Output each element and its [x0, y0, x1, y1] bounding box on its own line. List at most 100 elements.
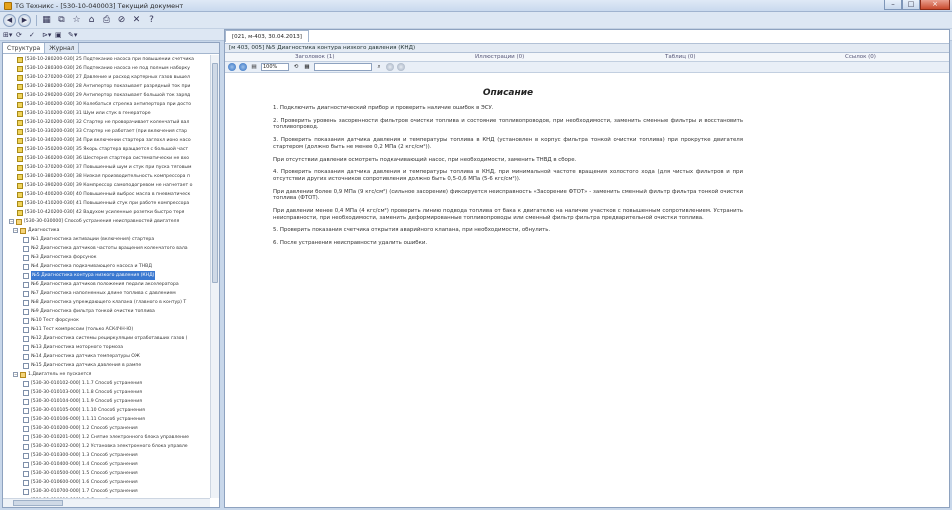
tab-journal[interactable]: Журнал [45, 43, 80, 53]
find-prev-icon[interactable] [386, 63, 394, 71]
edit-icon[interactable]: ✎▾ [68, 30, 78, 40]
stop-icon[interactable]: ⊘ [115, 14, 128, 27]
tree-item[interactable]: №9 Диагностика фильтра тонкой очистки то… [3, 307, 210, 316]
document-icon [23, 362, 29, 369]
home-icon[interactable]: ⌂ [85, 14, 98, 27]
tree-item[interactable]: [530-30-010500-000] 1.5 Способ устранени… [3, 469, 210, 478]
topic-icon [17, 209, 23, 216]
tree-item[interactable]: [530-30-010106-000] 1.1.11 Способ устран… [3, 415, 210, 424]
tree-item[interactable]: [530-10-270200-030] 27 Давление и расход… [3, 73, 210, 82]
tree-item[interactable]: №2 Диагностика датчиков частоты вращения… [3, 244, 210, 253]
tree-item[interactable]: №3 Диагностика форсунок [3, 253, 210, 262]
tools-icon[interactable]: ✕ [130, 14, 143, 27]
tree-item[interactable]: [530-10-410200-030] 41 Повышенный стук п… [3, 199, 210, 208]
zoom-select[interactable]: 100% [261, 63, 289, 71]
tree-item[interactable]: [530-10-330200-030] 33 Стартер не работа… [3, 127, 210, 136]
tree-item-label: [530-30-010500-000] 1.5 Способ устранени… [31, 471, 138, 476]
section-links[interactable]: Ссылок (0) [845, 54, 876, 60]
tree-item[interactable]: [530-10-280300-030] 26 Подтеканио насоса… [3, 64, 210, 73]
tree-item[interactable]: − Диагностика [3, 226, 210, 235]
tree-item[interactable]: [530-10-310200-030] 31 Шум или стук в ге… [3, 109, 210, 118]
find-next-icon[interactable] [397, 63, 405, 71]
tree-item[interactable]: [530-10-370200-030] 37 Повышенный шум и … [3, 163, 210, 172]
nav-icon[interactable]: ⊞▾ [3, 30, 13, 40]
tree-item-label: №12 Диагностика системы рециркуляции отр… [31, 336, 188, 341]
tree-item[interactable]: №11 Тест компрессии (только АСК4ЧН-Ю) [3, 325, 210, 334]
tree-item[interactable]: №4 Диагностика подкачивающего насоса и Т… [3, 262, 210, 271]
tree-item[interactable]: №12 Диагностика системы рециркуляции отр… [3, 334, 210, 343]
tree-item[interactable]: [530-10-280200-030] 25 Подтеканио насоса… [3, 55, 210, 64]
tree-item[interactable]: [530-30-010105-000] 1.1.10 Способ устран… [3, 406, 210, 415]
document-tab[interactable]: [021, м-403, 30.04.2013] [225, 30, 309, 42]
expand-toggle-icon[interactable]: − [9, 219, 14, 224]
tree-item[interactable]: [530-10-280200-030] 28 Антипертор показы… [3, 82, 210, 91]
prev-page-icon[interactable] [228, 63, 236, 71]
tree-item[interactable]: [530-10-390200-030] 39 Компрессор самопо… [3, 181, 210, 190]
document-search-input[interactable] [314, 63, 372, 71]
tree-item-selected[interactable]: №5 Диагностика контура низкого давления … [3, 271, 210, 280]
tree-item[interactable]: [530-10-380200-030] 38 Низкая производит… [3, 172, 210, 181]
check-icon[interactable]: ✓ [29, 30, 39, 40]
tree-item[interactable]: №14 Диагностика датчика температуры ОЖ [3, 352, 210, 361]
filter-icon[interactable]: ⊳▾ [42, 30, 52, 40]
tree-item[interactable]: − 1.Двигатель не пускается [3, 370, 210, 379]
tab-structure[interactable]: Структура [3, 43, 46, 53]
page-icon[interactable]: ▤ [250, 63, 258, 71]
tree-item[interactable]: [530-30-010102-000] 1.1.7 Способ устране… [3, 379, 210, 388]
refresh-doc-icon[interactable]: ⟲ [292, 63, 300, 71]
tree-item[interactable]: [530-10-300200-030] 30 Колебаться стрелк… [3, 100, 210, 109]
tree-item[interactable]: №13 Диагностика моторного тормоза [3, 343, 210, 352]
tree-item[interactable]: [530-30-010400-000] 1.4 Способ устранени… [3, 460, 210, 469]
print-icon[interactable]: ⎙ [100, 14, 113, 27]
topic-icon [17, 92, 23, 99]
tree-item[interactable]: [530-30-010300-000] 1.3 Способ устранени… [3, 451, 210, 460]
maximize-button[interactable]: □ [902, 0, 920, 10]
minimize-button[interactable]: – [884, 0, 902, 10]
tree-item[interactable]: [530-10-320200-030] 32 Стартер не провор… [3, 118, 210, 127]
tree-item[interactable]: [530-10-350200-030] 35 Якорь стартера вр… [3, 145, 210, 154]
favorites-icon[interactable]: ☆ [70, 14, 83, 27]
next-page-icon[interactable] [239, 63, 247, 71]
tree-item[interactable]: [530-30-010103-000] 1.1.8 Способ устране… [3, 388, 210, 397]
tree-item-label: Диагностика [28, 228, 60, 233]
tree-item[interactable]: [530-10-420200-030] 42 Вадухом усиленные… [3, 208, 210, 217]
tree-item[interactable]: [530-30-010202-000] 1.2 Установка электр… [3, 442, 210, 451]
tree-item[interactable]: №10 Тест форсунок [3, 316, 210, 325]
tree-item[interactable]: [530-30-010104-000] 1.1.9 Способ устране… [3, 397, 210, 406]
find-icon[interactable]: ⌕ [375, 63, 383, 71]
section-headings[interactable]: Заголовок (1) [295, 54, 335, 60]
tree-item[interactable]: №8 Диагностика упреждающего клапана (гла… [3, 298, 210, 307]
tree-vertical-scrollbar[interactable] [210, 55, 219, 498]
tree-item[interactable]: №15 Диагностика датчика давления в рампе [3, 361, 210, 370]
section-tables[interactable]: Таблиц (0) [665, 54, 696, 60]
tree-item[interactable]: − [530-30-030000] Способ устранения неисп… [3, 217, 210, 226]
tree-item[interactable]: №1 Диагностика активации (включения) ста… [3, 235, 210, 244]
expand-toggle-icon[interactable]: − [13, 228, 18, 233]
document-paragraph: 4. Проверить показания датчика давления … [273, 169, 743, 182]
tree-item[interactable]: [530-10-340200-030] 34 При включении ста… [3, 136, 210, 145]
grid-icon[interactable]: ▦ [303, 63, 311, 71]
back-icon[interactable]: ◀ [3, 13, 16, 27]
tree-item[interactable]: [530-30-010600-000] 1.6 Способ устранени… [3, 478, 210, 487]
link-icon[interactable]: ⧉ [55, 14, 68, 27]
scroll-thumb[interactable] [13, 500, 63, 506]
forward-icon[interactable]: ▶ [18, 13, 31, 27]
scroll-thumb[interactable] [212, 63, 218, 283]
section-illustrations[interactable]: Иллюстрации (0) [475, 54, 524, 60]
tree-item[interactable]: [530-10-400200-030] 40 Повышенный выброс… [3, 190, 210, 199]
tree-item[interactable]: [530-30-010201-000] 1.2 Снятие электронн… [3, 433, 210, 442]
refresh-icon[interactable]: ⟳ [16, 30, 26, 40]
document-icon [23, 425, 29, 432]
tree-item[interactable]: [530-10-360200-030] 36 Шестерня стартера… [3, 154, 210, 163]
tree-item[interactable]: №7 Диагностика наполненных длине топлива… [3, 289, 210, 298]
tree-item[interactable]: [530-30-010700-000] 1.7 Способ устранени… [3, 487, 210, 496]
export-icon[interactable]: ▣ [55, 30, 65, 40]
tree-item[interactable]: [530-30-010200-000] 1.2 Способ устранени… [3, 424, 210, 433]
close-button[interactable]: × [920, 0, 950, 10]
tree-item[interactable]: [530-10-290200-030] 29 Антипертор показы… [3, 91, 210, 100]
help-icon[interactable]: ? [145, 14, 158, 27]
expand-toggle-icon[interactable]: − [13, 372, 18, 377]
tree-icon[interactable]: ▦ [40, 14, 53, 27]
tree-item[interactable]: №6 Диагностика датчиков положения педали… [3, 280, 210, 289]
tree-horizontal-scrollbar[interactable] [3, 498, 210, 507]
